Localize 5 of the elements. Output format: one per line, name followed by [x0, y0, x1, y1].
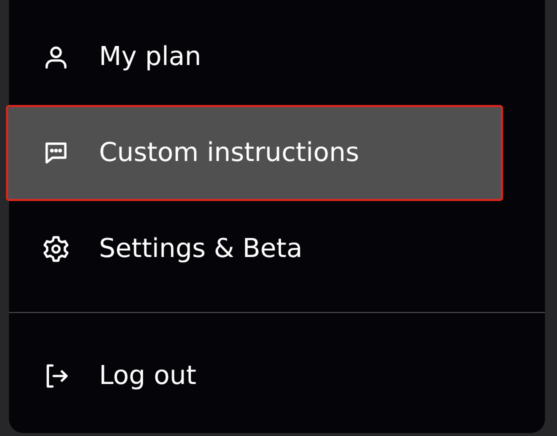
- menu-item[interactable]: My plan: [6, 9, 503, 105]
- menu-item[interactable]: Custom instructions: [6, 105, 503, 201]
- menu-item[interactable]: Settings & Beta: [6, 201, 503, 297]
- settings-icon: [42, 235, 70, 263]
- menu-item[interactable]: Log out: [6, 328, 503, 424]
